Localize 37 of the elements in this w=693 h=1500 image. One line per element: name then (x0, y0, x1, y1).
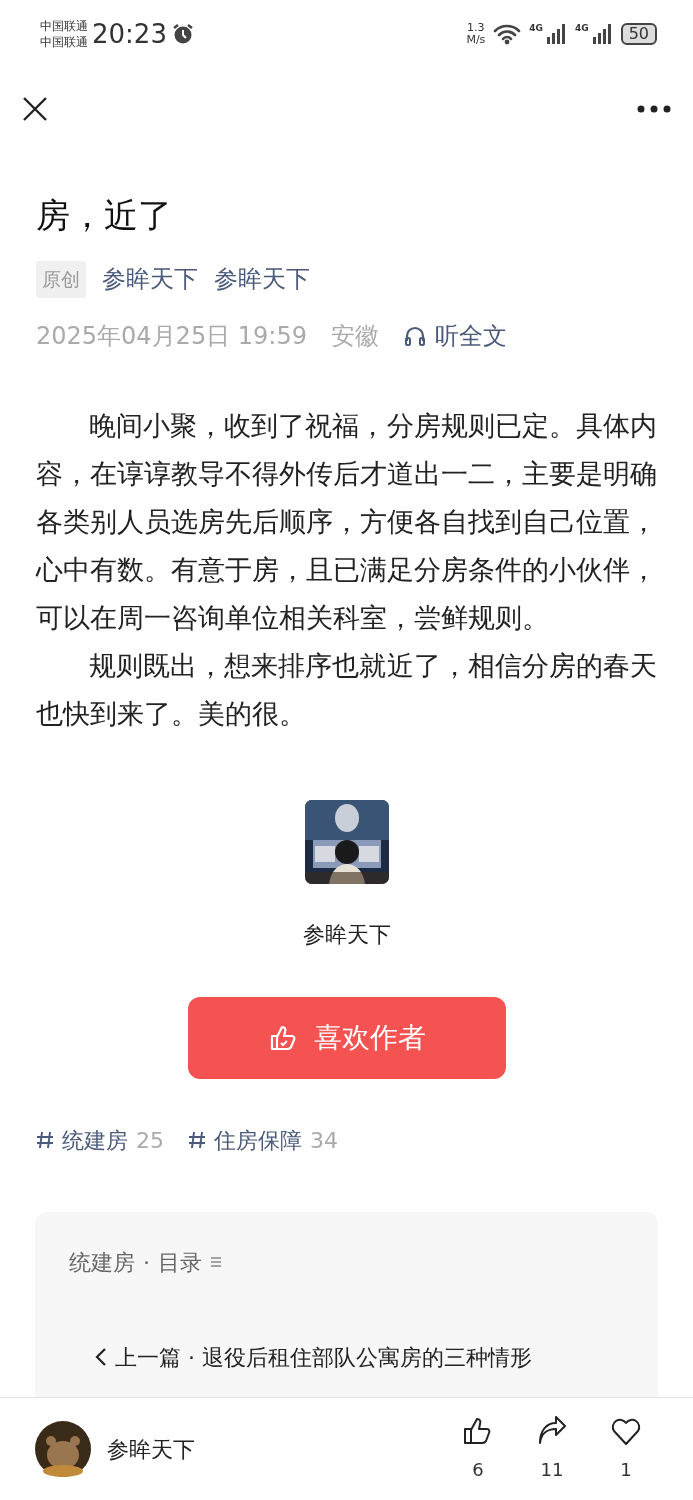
carrier-name: 中国联通 (40, 18, 88, 34)
more-icon[interactable] (637, 105, 671, 113)
action-button[interactable]: 1 (589, 1415, 663, 1483)
chevron-left-icon (95, 1347, 107, 1367)
paragraph: 晚间小聚，收到了祝福，分房规则已定。具体内容，在谆谆教导不得外传后才道出一二，主要是明确各类别人员选房先后顺序，方便各自找到自己位置，心中有数。有意于房，且已满足分房条件的小伙伴，可以在周一咨询单位相关科室，尝鲜规则。 (36, 408, 657, 635)
action-button[interactable]: 11 (515, 1415, 589, 1483)
publish-date: 2025年04月25日 19:59 (36, 320, 307, 352)
previous-article-link[interactable]: 上一篇 · 退役后租住部队公寓房的三种情形 (95, 1340, 624, 1374)
topic-tag[interactable]: 住房保障 34 (188, 1123, 338, 1157)
listen-link[interactable]: 听全文 (402, 317, 507, 354)
location-text: 安徽 (330, 320, 379, 352)
signal-icon (547, 24, 567, 44)
carrier-name: 中国联通 (40, 34, 88, 50)
clock-time: 20:23 (92, 17, 167, 51)
speed-unit: M/s (466, 34, 486, 46)
list-icon (210, 1256, 222, 1268)
separator-dot: · (143, 1248, 150, 1277)
battery-level: 50 (620, 23, 657, 45)
speed-value: 1.3 (466, 22, 486, 34)
original-tag: 原创 (36, 261, 86, 298)
author-name: 参眸天下 (107, 1435, 196, 1464)
wifi-icon (493, 23, 522, 45)
signal-icon (592, 24, 613, 44)
close-icon[interactable] (22, 96, 48, 122)
article-title: 房，近了 (36, 194, 173, 237)
collection-name: 统建房 (69, 1248, 135, 1277)
author-link[interactable]: 参眸天下 (102, 261, 198, 298)
hash-icon (36, 1130, 54, 1150)
topic-tag[interactable]: 统建房 25 (36, 1123, 164, 1157)
hash-icon (188, 1130, 206, 1150)
network-type: 4G (529, 24, 543, 33)
action-button[interactable]: 6 (441, 1415, 515, 1483)
author-name: 参眸天下 (302, 920, 391, 949)
network-type: 4G (575, 24, 589, 33)
author-link[interactable]: 参眸天下 (214, 261, 310, 298)
paragraph: 规则既出，想来排序也就近了，相信分房的春天也快到来了。美的很。 (36, 648, 657, 731)
catalog-link[interactable]: 目录 (158, 1245, 222, 1279)
